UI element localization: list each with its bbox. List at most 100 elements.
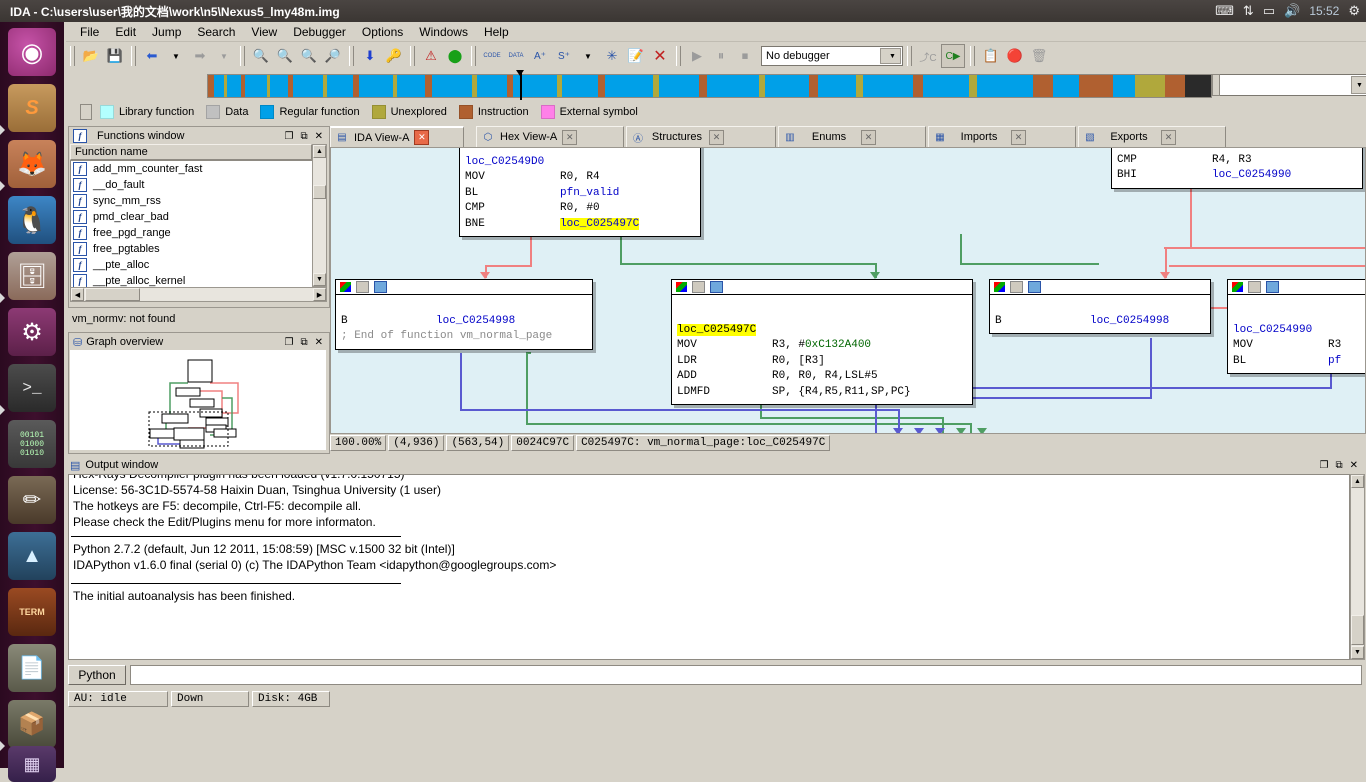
search-next-icon[interactable]: 🔎 (322, 45, 344, 67)
tab-hex-view-a[interactable]: ⬡ Hex View-A ✕ (476, 126, 624, 147)
close-icon[interactable]: ✕ (315, 131, 323, 142)
launcher-item-ubuntu-dash[interactable]: ◉ (8, 28, 56, 76)
scroll-thumb[interactable] (85, 288, 140, 301)
close-icon[interactable]: ✕ (414, 130, 430, 145)
clock[interactable]: 15:52 (1309, 4, 1339, 18)
graph-node-top-right[interactable]: CMP R4, R3 BHI loc_C0254990 (1111, 148, 1363, 189)
list-item[interactable]: f __do_fault (71, 177, 313, 193)
edit-node-icon[interactable] (1248, 281, 1261, 293)
launcher-item-system-settings[interactable]: ⚙ (8, 308, 56, 356)
delete-function-icon[interactable]: ✕ (649, 45, 671, 67)
scroll-up-button[interactable]: ▲ (313, 145, 326, 158)
menu-jump[interactable]: Jump (144, 23, 189, 41)
node-info-icon[interactable] (1266, 281, 1279, 293)
close-icon[interactable]: ✕ (709, 129, 724, 145)
graph-overview-canvas[interactable] (70, 350, 326, 450)
restore-icon[interactable]: ⧉ (1335, 460, 1342, 471)
debugger-select[interactable]: No debugger ▼ (761, 46, 903, 66)
network-updown-icon[interactable]: ⇅ (1243, 0, 1254, 22)
open-file-button[interactable]: 📂 (80, 45, 102, 67)
launcher-item-workspace-switcher[interactable]: ▦ (8, 746, 56, 782)
node-operand[interactable]: loc_C0254990 (1212, 169, 1291, 181)
launcher-item-firefox[interactable]: 🦊 (8, 140, 56, 188)
node-info-icon[interactable] (710, 281, 723, 293)
make-data-icon[interactable]: DATA (505, 45, 527, 67)
tab-ida-view-a[interactable]: ▤ IDA View-A ✕ (330, 126, 464, 147)
python-input[interactable] (130, 665, 1362, 685)
color-palette-icon[interactable] (676, 282, 687, 292)
graph-node-top-left[interactable]: loc_C02549D0 MOV R0, R4 BL pfn_valid CMP R0… (459, 148, 701, 237)
functions-column-header[interactable]: Function name (70, 144, 312, 160)
maximize-icon[interactable]: ❐ (285, 337, 294, 348)
launcher-item-text-editor[interactable]: 📄 (8, 644, 56, 692)
stop-button[interactable]: ⏹ (734, 45, 756, 67)
keyboard-icon[interactable]: ⌨ (1215, 0, 1234, 22)
close-icon[interactable]: ✕ (1011, 129, 1026, 145)
scroll-left-button[interactable]: ◀ (71, 288, 84, 301)
make-ascii-icon[interactable]: A⁺ (529, 45, 551, 67)
output-vertical-scrollbar[interactable]: ▲ ▼ (1350, 474, 1365, 660)
search-hex-icon[interactable]: 🔍 (250, 45, 272, 67)
breakpoint-list-icon[interactable]: 📋 (980, 45, 1002, 67)
pause-button[interactable]: ⏸ (710, 45, 732, 67)
make-code-icon[interactable]: CODE (481, 45, 503, 67)
scroll-down-button[interactable]: ▼ (313, 273, 326, 286)
maximize-icon[interactable]: ❐ (285, 131, 294, 142)
color-palette-icon[interactable] (994, 282, 1005, 292)
menu-search[interactable]: Search (189, 23, 243, 41)
edit-node-icon[interactable] (1010, 281, 1023, 293)
python-toggle-button[interactable]: Python (68, 665, 126, 685)
add-breakpoint-icon[interactable]: 🔴 (1004, 45, 1026, 67)
warning-icon[interactable]: ⚠ (420, 45, 442, 67)
restore-icon[interactable]: ⧉ (300, 131, 307, 142)
scroll-thumb[interactable] (313, 185, 326, 199)
chevron-down-icon[interactable]: ▼ (880, 48, 901, 64)
navigation-bar[interactable] (207, 74, 1212, 98)
step-out-button[interactable]: ⤴C (917, 45, 939, 67)
close-icon[interactable]: ✕ (562, 129, 578, 145)
delete-breakpoint-icon[interactable]: 🗑 (1028, 45, 1050, 67)
unlock-icon[interactable]: 🔑 (383, 45, 405, 67)
list-item[interactable]: f free_pgd_range (71, 225, 313, 241)
run-analysis-icon[interactable]: ⬤ (444, 45, 466, 67)
list-item[interactable]: f sync_mm_rss (71, 193, 313, 209)
battery-icon[interactable]: ▭ (1263, 0, 1275, 22)
list-item[interactable]: f free_pgtables (71, 241, 313, 257)
step-into-button[interactable]: C▶ (941, 44, 965, 68)
node-operand[interactable]: loc_C025497C (560, 217, 640, 230)
scroll-right-button[interactable]: ▶ (313, 288, 326, 301)
menu-windows[interactable]: Windows (411, 23, 476, 41)
volume-icon[interactable]: 🔊 (1284, 0, 1300, 22)
close-icon[interactable]: ✕ (861, 129, 876, 145)
chevron-down-icon[interactable]: ▼ (1351, 76, 1366, 94)
scroll-up-button[interactable]: ▲ (1351, 475, 1364, 488)
search-text-icon[interactable]: 🔍 (274, 45, 296, 67)
make-unexplored-icon[interactable]: ✳ (601, 45, 623, 67)
edit-function-icon[interactable]: 📝 (625, 45, 647, 67)
menu-options[interactable]: Options (354, 23, 411, 41)
close-icon[interactable]: ✕ (1161, 129, 1176, 145)
search-immediate-icon[interactable]: 🔍 (298, 45, 320, 67)
node-info-icon[interactable] (374, 281, 387, 293)
tab-imports[interactable]: ▦ Imports ✕ (928, 126, 1076, 147)
jump-down-icon[interactable]: ⬇ (359, 45, 381, 67)
list-item[interactable]: f pmd_clear_bad (71, 209, 313, 225)
menu-file[interactable]: File (72, 23, 107, 41)
maximize-icon[interactable]: ❐ (1320, 460, 1329, 471)
color-palette-icon[interactable] (1232, 282, 1243, 292)
launcher-item-android-studio[interactable]: ▲ (8, 532, 56, 580)
launcher-item-terminator[interactable]: TERM (8, 588, 56, 636)
list-item[interactable]: f __pte_alloc_kernel (71, 273, 313, 288)
run-button[interactable]: ▶ (686, 45, 708, 67)
menu-help[interactable]: Help (476, 23, 517, 41)
node-operand[interactable]: loc_C0254998 (1090, 315, 1169, 327)
close-icon[interactable]: ✕ (1350, 460, 1358, 471)
tab-enums[interactable]: ▥ Enums ✕ (778, 126, 926, 147)
gear-icon[interactable]: ⚙ (1348, 0, 1360, 22)
output-window-log[interactable]: Hex-Rays Decompiler plugin has been load… (68, 474, 1350, 660)
edit-node-icon[interactable] (692, 281, 705, 293)
color-palette-icon[interactable] (340, 282, 351, 292)
ida-graph-view[interactable]: loc_C02549D0 MOV R0, R4 BL pfn_valid CMP R0… (330, 147, 1366, 434)
scroll-down-button[interactable]: ▼ (1351, 646, 1364, 659)
launcher-item-hex-editor[interactable]: 00101 01000 01010 (8, 420, 56, 468)
